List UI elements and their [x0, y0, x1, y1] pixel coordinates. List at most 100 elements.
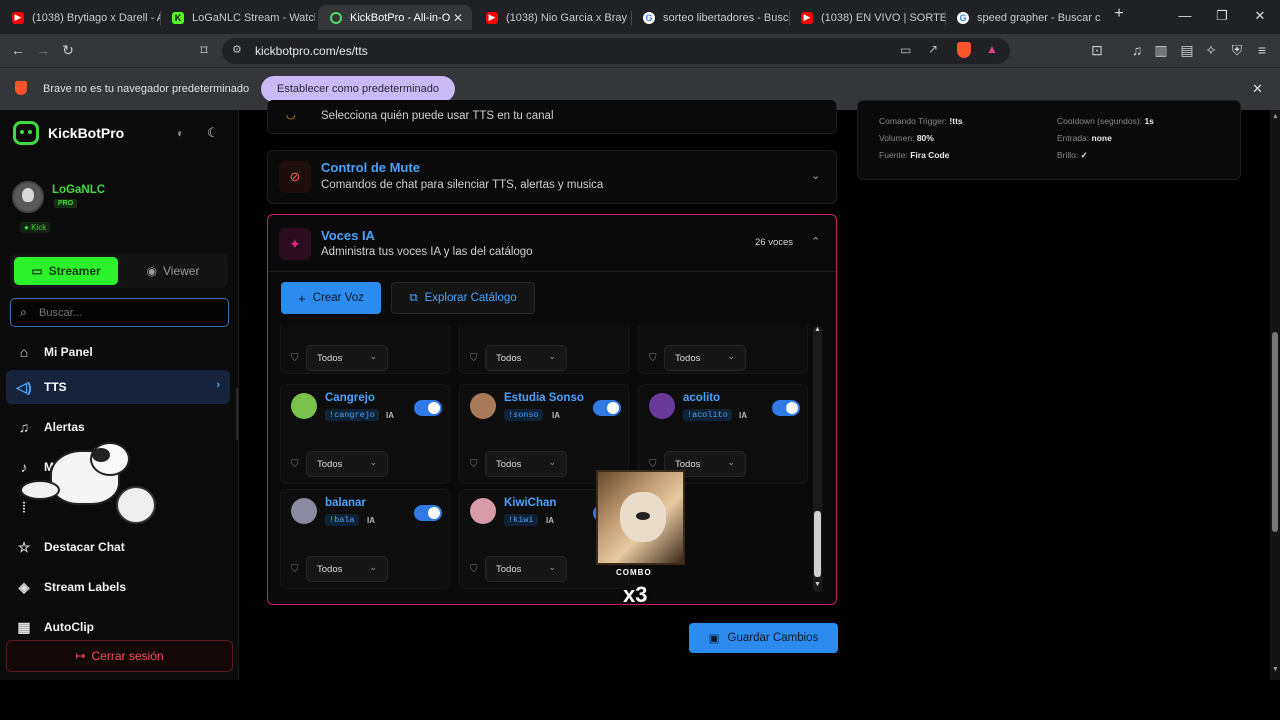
sidebar-item-label: TTS: [44, 380, 67, 394]
avatar[interactable]: [12, 181, 44, 213]
permission-select[interactable]: Todos ⌄: [306, 451, 388, 477]
brave-rewards-icon[interactable]: ▲: [986, 42, 998, 56]
permission-select[interactable]: Todos ⌄: [306, 345, 388, 371]
minimize-icon[interactable]: —: [1175, 8, 1195, 23]
sidebar-search[interactable]: ⌕: [10, 298, 229, 327]
voice-name: Cangrejo: [325, 392, 375, 404]
sidebar-item-tts[interactable]: ◁) TTS ›: [6, 370, 230, 404]
media-icon[interactable]: ♫: [1128, 42, 1146, 58]
brave-shields-icon[interactable]: [957, 42, 971, 58]
sidebar-scrollbar[interactable]: [236, 388, 238, 440]
tab-3-active[interactable]: KickBotPro - All-in-O ✕: [318, 5, 472, 30]
permission-select[interactable]: Todos ⌄: [306, 556, 388, 582]
set-default-button[interactable]: Establecer como predeterminado: [261, 76, 455, 102]
online-dot-icon: ●: [24, 223, 29, 232]
scrollbar-thumb[interactable]: [814, 511, 821, 577]
leo-ai-icon[interactable]: ✧: [1202, 42, 1220, 59]
voices-title: Voces IA: [321, 228, 375, 243]
browser-toolbar: ← → ↻ ⌑ ⚙ kickbotpro.com/es/tts ▭ ↗ ▲ ⊡ …: [0, 34, 1280, 67]
reload-icon[interactable]: ↻: [59, 42, 77, 59]
voices-grid: ⛉ Todos ⌄ ⛉ Todos ⌄ ⛉ Todos ⌄ Cangrejo !can…: [280, 326, 810, 593]
share-icon[interactable]: ↗: [928, 42, 938, 56]
divider: [268, 271, 836, 272]
voices-count: 26 voces: [755, 237, 794, 248]
vpn-icon[interactable]: ⛨: [1228, 42, 1246, 59]
tab-5[interactable]: G sorteo libertadores - Busca: [631, 5, 789, 30]
select-value: Todos: [675, 458, 701, 470]
site-settings-icon[interactable]: ⚙: [232, 43, 242, 56]
address-bar[interactable]: ⚙ kickbotpro.com/es/tts ▭ ↗ ▲: [222, 38, 1010, 64]
voice-enabled-toggle[interactable]: [414, 400, 442, 416]
permission-select[interactable]: Todos ⌄: [485, 556, 567, 582]
viewer-mode-button[interactable]: ◉ Viewer: [122, 257, 224, 285]
chevron-down-icon[interactable]: ⌄: [811, 169, 820, 182]
sidebar-item-destacar-chat[interactable]: ☆ Destacar Chat: [6, 530, 230, 564]
save-icon: ▣: [708, 633, 720, 645]
explore-catalog-button[interactable]: ⧉ Explorar Catálogo: [391, 282, 535, 314]
voices-card: ✦ Voces IA Administra tus voces IA y las…: [267, 214, 837, 605]
close-tab-icon[interactable]: ✕: [450, 11, 466, 25]
chevron-up-icon[interactable]: ⌃: [811, 235, 820, 248]
sidebar-item-stream-labels[interactable]: ◈ Stream Labels: [6, 570, 230, 604]
theme-moon-icon[interactable]: ☾: [207, 125, 219, 141]
tab-6[interactable]: ▶ (1038) EN VIVO | SORTEO L: [789, 5, 945, 30]
voice-card-acolito: acolito !acolito IA ⛉ Todos ⌄: [638, 384, 808, 484]
forward-icon[interactable]: →: [34, 42, 52, 58]
close-window-icon[interactable]: ✕: [1250, 8, 1270, 24]
scroll-up-icon[interactable]: ▲: [814, 326, 821, 333]
tab-2[interactable]: K LoGaNLC Stream - Watch: [160, 5, 315, 30]
scroll-down-icon[interactable]: ▼: [814, 581, 821, 588]
create-voice-button[interactable]: + Crear Voz: [281, 282, 381, 314]
voices-scrollbar[interactable]: ▲ ▼: [813, 326, 822, 592]
shield-icon: ⛉: [470, 459, 478, 470]
mute-control-card[interactable]: ⊘ Control de Mute Comandos de chat para …: [267, 150, 837, 204]
url-text: kickbotpro.com/es/tts: [255, 44, 368, 58]
close-infobar-icon[interactable]: ✕: [1252, 81, 1263, 97]
scroll-up-icon[interactable]: ▲: [1272, 113, 1279, 120]
maximize-icon[interactable]: ❐: [1212, 8, 1232, 24]
menu-icon[interactable]: ≡: [1253, 42, 1271, 58]
sidebar-toggle-icon[interactable]: ▥: [1152, 42, 1170, 59]
scroll-down-icon[interactable]: ▼: [1272, 666, 1279, 673]
tab-1[interactable]: ▶ (1038) Brytiago x Darell - A: [0, 5, 160, 30]
wallet-icon[interactable]: ▤: [1178, 42, 1196, 59]
permission-select[interactable]: Todos ⌄: [485, 451, 567, 477]
sidebar-item-mi-panel[interactable]: ⌂ Mi Panel: [6, 335, 230, 369]
voice-name: balanar: [325, 497, 366, 509]
tab-7[interactable]: G speed grapher - Buscar co: [945, 5, 1100, 30]
palette-icon[interactable]: ◐: [177, 126, 184, 140]
voice-card-partial: ⛉ Todos ⌄: [280, 326, 450, 374]
permission-select[interactable]: Todos ⌄: [664, 345, 746, 371]
voice-name: KiwiChan: [504, 497, 557, 509]
voice-enabled-toggle[interactable]: [593, 400, 621, 416]
voice-enabled-toggle[interactable]: [772, 400, 800, 416]
tab-4[interactable]: ▶ (1038) Nio Garcia x Bray x: [474, 5, 629, 30]
cast-icon[interactable]: ▭: [900, 43, 911, 57]
youtube-icon: ▶: [486, 11, 498, 24]
voice-enabled-toggle[interactable]: [414, 505, 442, 521]
shield-icon: ⛉: [291, 353, 299, 364]
search-input[interactable]: [39, 303, 219, 323]
page-scrollbar[interactable]: ▲ ▼: [1270, 110, 1280, 680]
sidebar-item-label: Mi Panel: [44, 345, 93, 359]
voice-card-partial: ⛉ Todos ⌄: [459, 326, 629, 374]
avatar: [291, 393, 317, 419]
sidebar-item-autoclip[interactable]: ▦ AutoClip: [6, 610, 230, 644]
avatar: [470, 498, 496, 524]
permission-select[interactable]: Todos ⌄: [485, 345, 567, 371]
bookmark-icon[interactable]: ⌑: [195, 42, 213, 59]
streamer-mode-button[interactable]: ▭ Streamer: [14, 257, 118, 285]
save-changes-button[interactable]: ▣ Guardar Cambios: [689, 623, 838, 653]
page-scrollbar-thumb[interactable]: [1272, 332, 1278, 532]
shield-icon: ⛉: [291, 564, 299, 575]
permissions-card[interactable]: ◡ Selecciona quién puede usar TTS en tu …: [267, 100, 837, 134]
reader-mode-icon[interactable]: ⊡: [1088, 42, 1106, 59]
google-icon: G: [643, 11, 655, 24]
logout-button[interactable]: ↦ Cerrar sesión: [6, 640, 233, 672]
sidebar-item-alertas[interactable]: ♫ Alertas: [6, 410, 230, 444]
brand-name: KickBotPro: [48, 125, 125, 141]
kickbot-logo-icon: [13, 121, 39, 145]
back-icon[interactable]: ←: [9, 42, 27, 58]
new-tab-button[interactable]: +: [1109, 5, 1129, 23]
plus-icon: +: [298, 290, 306, 306]
